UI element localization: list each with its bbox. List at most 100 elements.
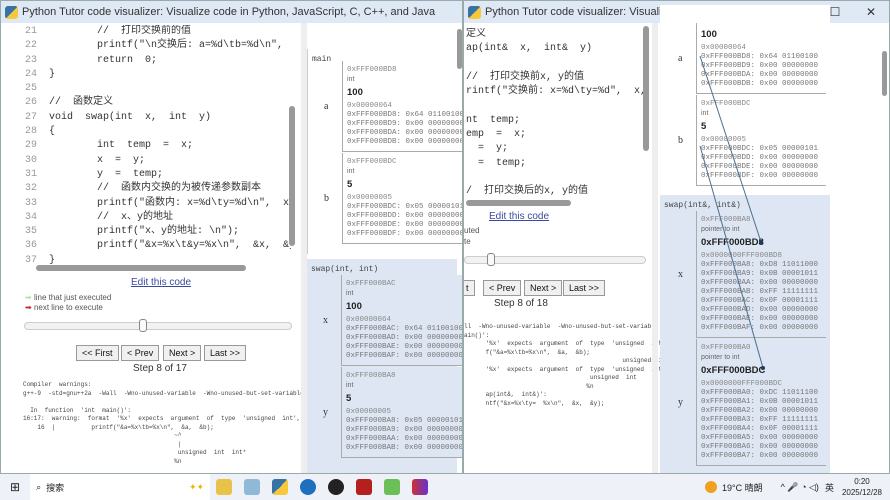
pdf-icon[interactable]: [356, 479, 373, 495]
vis-scrollbar[interactable]: [882, 51, 887, 96]
first-button[interactable]: << First: [76, 345, 119, 361]
memory-byte-row: 0xFFF000BD9: 0x00 00000000: [701, 62, 819, 70]
memory-byte-row: 0xFFF000BAD: 0x00 00000000: [346, 334, 463, 342]
step-slider[interactable]: [464, 253, 646, 266]
line-number: 30: [24, 154, 37, 166]
variable-box: 0xFFF000BAC int 100 0x00000064 0xFFF000BA…: [341, 275, 463, 366]
code-vertical-scrollbar[interactable]: [643, 26, 649, 151]
memory-byte-row: 0xFFF000BDF: 0x00 00000000: [347, 230, 463, 238]
swap-frame: swap(int&, int&) x 0xFFF000BA8 pointer to …: [660, 195, 830, 473]
code-line: // 打印交换前x, y的值: [466, 71, 585, 83]
variable-type: pointer to int: [701, 354, 740, 361]
weather-label[interactable]: 19°C 晴朗: [722, 481, 763, 494]
code-text: return 0;: [49, 54, 158, 66]
code-line: 34 // x、y的地址: [15, 211, 291, 225]
red-arrow-icon: ➡: [25, 303, 32, 312]
memory-byte-row: 0xFFF000BD8: 0x64 01100100: [701, 53, 819, 61]
variable-name: x: [678, 269, 683, 280]
last-button[interactable]: Last >>: [563, 280, 606, 296]
variable-box: 0xFFF000BDC int 5 0x00000005 0xFFF000BDC:…: [696, 95, 826, 186]
windows-start-icon[interactable]: ⊞: [10, 480, 20, 494]
variable-box: 0xFFF000BD8 int 100 0x00000064 0xFFF000BD…: [342, 61, 463, 152]
prev-button[interactable]: < Prev: [483, 280, 522, 296]
variable-type: int: [347, 76, 355, 83]
last-button[interactable]: Last >>: [204, 345, 247, 361]
chart-app-icon[interactable]: [384, 479, 401, 495]
code-line: 24}: [15, 68, 291, 82]
clock[interactable]: 0:20 2025/12/28: [842, 476, 882, 498]
variable-value: 5: [701, 121, 707, 132]
legend-executed-label: uted: [464, 226, 480, 235]
clock-time: 0:20: [854, 477, 870, 486]
variable-value: 5: [347, 179, 353, 190]
variable-value: 0xFFF000BDC: [701, 365, 766, 376]
memory-byte-row: 0xFFF000BA7: 0x00 00000000: [701, 452, 819, 460]
memory-byte-row: 0xFFF000BDE: 0x00 00000000: [347, 221, 463, 229]
code-panel: 21 // 打印交换前的值 22 printf("\n交换后: a=%d\tb=%…: [15, 25, 291, 265]
legend-next-label: te: [464, 237, 471, 246]
code-text: // 函数内交换的为被传递参数副本: [49, 183, 262, 195]
variable-value: 0xFFF000BD8: [701, 237, 764, 248]
variable-type: pointer to int: [701, 226, 740, 233]
close-button[interactable]: ✕: [853, 1, 889, 23]
edit-code-link[interactable]: Edit this code: [489, 211, 549, 222]
variable-value: 5: [346, 393, 352, 404]
code-text: void swap(int x, int y): [49, 111, 212, 123]
next-button[interactable]: Next >: [163, 345, 202, 361]
variable-name: b: [324, 193, 329, 204]
variable-value: 100: [347, 87, 363, 98]
memory-byte-row: 0xFFF000BA4: 0x0F 00001111: [701, 425, 819, 433]
code-text: x = y;: [49, 154, 146, 166]
variable-box: 0xFFF000BA8 pointer to int 0xFFF000BD8 0x…: [696, 211, 826, 338]
memory-byte-row: 0xFFF000BA8: 0x05 00000101: [346, 417, 463, 425]
next-button[interactable]: Next >: [524, 280, 563, 296]
variable-address: 0xFFF000BDC: [347, 158, 397, 166]
variable-name: y: [678, 397, 683, 408]
color-app-icon[interactable]: [412, 479, 429, 495]
variable-value: 100: [346, 301, 362, 312]
code-line: rintf("交换前: x=%d\ty=%d", x,: [466, 86, 644, 98]
code-text: printf("函数内: x=%d\ty=%d\n", x,: [49, 197, 291, 209]
search-box[interactable]: ⌕ 搜索 ✦✦: [30, 474, 211, 500]
variable-address: 0xFFF000BDC: [701, 100, 751, 108]
variable-name: b: [678, 135, 683, 146]
main-frame: a 100 0x00000064 0xFFF000BD8: 0x64 01100…: [660, 5, 830, 190]
notepad-icon[interactable]: [244, 479, 261, 495]
variable-type: int: [346, 290, 354, 297]
code-line: 21 // 打印交换前的值: [15, 25, 291, 39]
slider-handle[interactable]: [486, 253, 495, 266]
memory-byte-row: 0xFFF000BD8: 0x64 01100100: [347, 111, 463, 119]
memory-byte-row: 0xFFF000BA3: 0xFF 11111111: [701, 416, 819, 424]
prev-button[interactable]: < Prev: [121, 345, 160, 361]
memory-byte-row: 0xFFF000BDF: 0x00 00000000: [701, 172, 819, 180]
variable-name: y: [323, 407, 328, 418]
memory-byte-row: 0xFFF000BAA: 0x00 00000000: [701, 279, 819, 287]
code-line: nt temp;: [466, 114, 521, 126]
variable-address: 0xFFF000BA8: [346, 372, 396, 380]
memory-byte-row: 0xFFF000BDD: 0x00 00000000: [701, 154, 819, 162]
main-frame: main a 0xFFF000BD8 int 100 0x00000064 0xFF…: [307, 49, 462, 254]
first-button[interactable]: t: [464, 280, 475, 296]
code-horizontal-scrollbar[interactable]: [466, 200, 571, 206]
memory-byte-row: 0xFFF000BDC: 0x05 00000101: [347, 203, 463, 211]
memory-byte-row: 0xFFF000BA8: 0xD8 11011000: [701, 261, 819, 269]
code-panel: 定义 ap(int& x, int& y) // 打印交换前x, y的值 rintf(…: [466, 28, 644, 200]
vscode-icon[interactable]: [300, 479, 317, 495]
line-number: 34: [24, 211, 37, 223]
code-vertical-scrollbar[interactable]: [289, 106, 295, 246]
variable-box: 0xFFF000BA0 pointer to int 0xFFF000BDC 0x…: [696, 339, 826, 466]
code-line: 27 void swap(int x, int y): [15, 111, 291, 125]
tray-icons[interactable]: ^ 🎤 ◔ ◁): [781, 482, 819, 493]
variable-address: 0xFFF000BA8: [701, 216, 751, 224]
python-icon[interactable]: [272, 479, 289, 495]
file-explorer-icon[interactable]: [216, 479, 233, 495]
obs-icon[interactable]: [328, 479, 345, 495]
code-horizontal-scrollbar[interactable]: [36, 265, 246, 271]
slider-handle[interactable]: [139, 319, 148, 332]
variable-hex: 0x00000064: [347, 102, 393, 110]
step-slider[interactable]: [24, 319, 292, 332]
vis-scrollbar[interactable]: [457, 29, 462, 69]
ime-indicator[interactable]: 英: [825, 481, 834, 494]
memory-byte-row: 0xFFF000BAC: 0x64 01100100: [346, 325, 463, 333]
edit-code-link[interactable]: Edit this code: [131, 277, 191, 288]
